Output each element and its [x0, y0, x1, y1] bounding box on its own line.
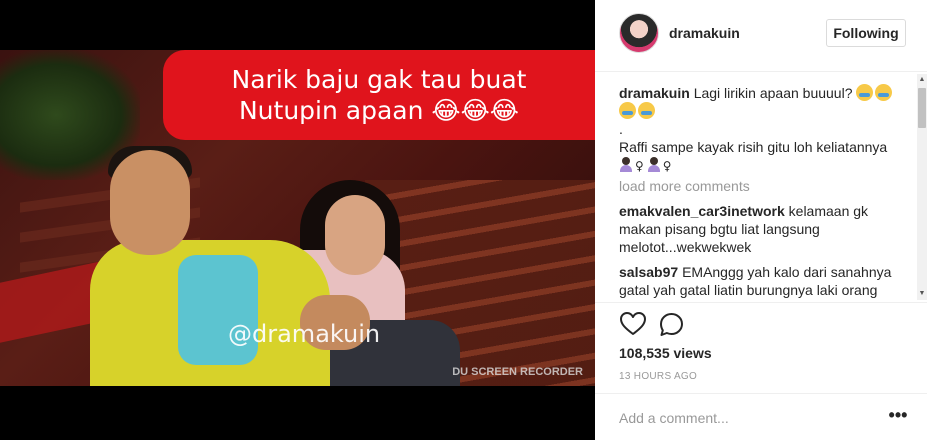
comment-username-link[interactable]: emakvalen_car3inetwork [619, 203, 785, 219]
crying-laughing-emoji-icon [638, 102, 655, 119]
post-timestamp[interactable]: 13 HOURS AGO [619, 371, 697, 382]
woman-gesturing-icon [647, 157, 661, 172]
add-comment-input[interactable] [619, 408, 869, 428]
caption-text: Lagi lirikin apaan buuuul? [693, 85, 853, 101]
caption-username-link[interactable]: dramakuin [619, 85, 690, 101]
crying-laughing-emoji-icon [856, 84, 874, 101]
comment-item: emakvalen_car3inetwork kelamaan gk makan… [619, 202, 905, 256]
speech-bubble-icon [660, 313, 683, 336]
comments-scrollbar[interactable]: ▲ ▼ [917, 74, 927, 300]
female-sign-icon: ♀ [662, 159, 672, 173]
post-header: dramakuin Following [595, 0, 927, 72]
scroll-thumb[interactable] [918, 88, 926, 128]
recorder-watermark: DU SCREEN RECORDER [452, 366, 583, 378]
caption-dot: . [619, 121, 623, 137]
man-head [110, 150, 190, 255]
man-shirt [178, 255, 258, 365]
post-caption: dramakuin Lagi lirikin apaan buuuul? . R… [619, 84, 905, 175]
comment-button[interactable] [659, 312, 684, 337]
load-more-comments-link[interactable]: load more comments [619, 177, 905, 195]
view-count[interactable]: 108,535 views [619, 345, 712, 361]
crying-laughing-emoji-icon [875, 84, 893, 101]
video-caption-line1: Narik baju gak tau buat [231, 65, 527, 94]
female-sign-icon: ♀ [635, 159, 644, 173]
woman-gesturing-icon [619, 157, 633, 172]
actions-divider [595, 302, 927, 303]
comment-username-link[interactable]: salsab97 [619, 264, 678, 280]
comments-list[interactable]: dramakuin Lagi lirikin apaan buuuul? . R… [619, 84, 905, 302]
header-username-link[interactable]: dramakuin [669, 25, 740, 41]
following-button[interactable]: Following [826, 19, 906, 47]
scroll-up-arrow-icon[interactable]: ▲ [917, 74, 927, 86]
add-comment-bar: ••• [595, 393, 927, 440]
profile-avatar[interactable] [619, 13, 659, 53]
scroll-down-arrow-icon[interactable]: ▼ [917, 288, 927, 300]
like-button[interactable] [620, 312, 646, 336]
comment-item: salsab97 EMAnggg yah kalo dari sanahnya … [619, 263, 905, 299]
woman-face [325, 195, 385, 275]
video-watermark: @dramakuin [228, 320, 381, 348]
video-frame[interactable]: Narik baju gak tau buat Nutupin apaan 😂😂… [0, 50, 595, 386]
more-options-button[interactable]: ••• [887, 406, 909, 426]
heart-icon [620, 312, 646, 335]
caption-line2: Raffi sampe kayak risih gitu loh keliata… [619, 139, 888, 155]
video-caption-line2: Nutupin apaan 😂😂😂 [238, 96, 520, 125]
video-player[interactable]: Narik baju gak tau buat Nutupin apaan 😂😂… [0, 0, 595, 440]
video-caption-banner: Narik baju gak tau buat Nutupin apaan 😂😂… [163, 50, 595, 140]
crying-laughing-emoji-icon [619, 102, 636, 119]
